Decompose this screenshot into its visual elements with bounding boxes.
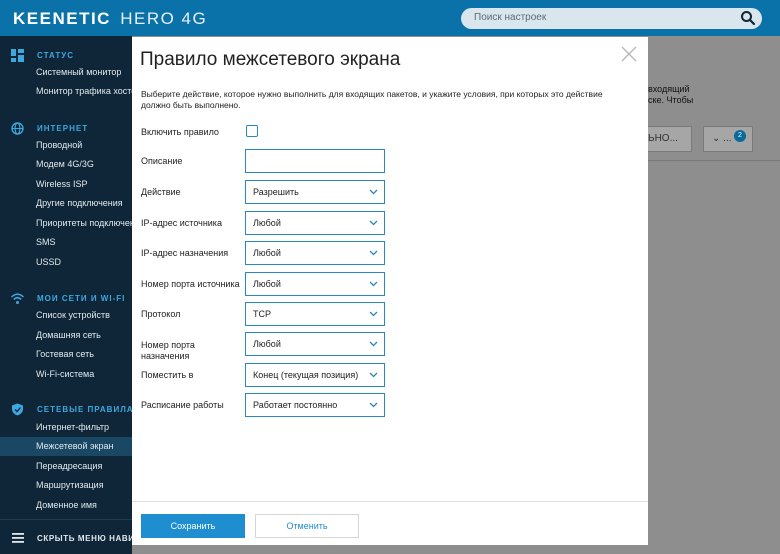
destination-ip-label: IP-адрес назначения xyxy=(141,248,229,258)
chevron-down-icon xyxy=(369,250,378,256)
background-button: ЬНО... xyxy=(648,126,692,152)
dialog-description: Выберите действие, которое нужно выполни… xyxy=(141,89,603,110)
enable-rule-label: Включить правило xyxy=(141,127,219,137)
dialog-title: Правило межсетевого экрана xyxy=(140,49,401,70)
sidebar-section-title: ИНТЕРНЕТ xyxy=(37,124,89,133)
action-label: Действие xyxy=(141,187,181,197)
count-badge: 2 xyxy=(734,130,746,142)
sidebar-item-wisp[interactable]: Wireless ISP xyxy=(0,175,132,194)
action-select[interactable]: Разрешить xyxy=(245,180,385,204)
source-port-value: Любой xyxy=(253,279,281,289)
dialog-footer-divider xyxy=(132,501,648,502)
chevron-down-icon xyxy=(369,372,378,378)
close-icon[interactable] xyxy=(620,45,638,63)
logo-brand: KEENETIC xyxy=(13,9,111,28)
sidebar-section-title: МОИ СЕТИ И WI-FI xyxy=(37,294,126,303)
destination-port-label: Номер порта назначения xyxy=(141,340,195,362)
menu-icon xyxy=(12,533,24,543)
sidebar-item-guest-network[interactable]: Гостевая сеть xyxy=(0,345,132,364)
dashboard-icon xyxy=(11,49,24,62)
sidebar-item-routing[interactable]: Маршрутизация xyxy=(0,476,132,495)
protocol-select[interactable]: TCP xyxy=(245,302,385,326)
schedule-value: Работает постоянно xyxy=(253,400,338,410)
protocol-label: Протокол xyxy=(141,309,181,319)
protocol-value: TCP xyxy=(253,309,271,319)
sidebar-item-ussd[interactable]: USSD xyxy=(0,253,132,272)
enable-rule-checkbox[interactable] xyxy=(246,125,258,137)
sidebar-item-system-monitor[interactable]: Системный монитор xyxy=(0,63,132,82)
cancel-button[interactable]: Отменить xyxy=(255,514,359,538)
top-bar: KEENETIC HERO 4G Поиск настроек xyxy=(0,0,780,36)
logo[interactable]: KEENETIC HERO 4G xyxy=(13,9,207,29)
source-ip-select[interactable]: Любой xyxy=(245,211,385,235)
sidebar: СТАТУС Системный монитор Монитор трафика… xyxy=(0,36,132,554)
destination-port-select[interactable]: Любой xyxy=(245,332,385,356)
divider xyxy=(648,160,780,161)
sidebar-section-rules: СЕТЕВЫЕ ПРАВИЛА xyxy=(0,401,132,419)
chevron-down-icon xyxy=(369,281,378,287)
action-value: Разрешить xyxy=(253,187,299,197)
chevron-down-icon: ⌄ xyxy=(712,133,724,144)
sidebar-item-domain-name[interactable]: Доменное имя xyxy=(0,496,132,515)
sidebar-item-firewall[interactable]: Межсетевой экран xyxy=(0,437,132,456)
search-input[interactable]: Поиск настроек xyxy=(461,8,762,29)
background-text: ске. Чтобы xyxy=(648,95,694,105)
destination-port-label-line2: назначения xyxy=(141,351,190,361)
sidebar-section-title: СТАТУС xyxy=(37,51,74,60)
position-select[interactable]: Конец (текущая позиция) xyxy=(245,363,385,387)
destination-ip-select[interactable]: Любой xyxy=(245,241,385,265)
sidebar-item-wifi-system[interactable]: Wi-Fi-система xyxy=(0,365,132,384)
sidebar-item-modem[interactable]: Модем 4G/3G xyxy=(0,155,132,174)
destination-ip-value: Любой xyxy=(253,248,281,258)
description-label: Описание xyxy=(141,156,183,166)
chevron-down-icon xyxy=(369,311,378,317)
firewall-rule-dialog: Правило межсетевого экрана Выберите дейс… xyxy=(132,37,648,545)
search-placeholder: Поиск настроек xyxy=(474,12,547,23)
description-input[interactable] xyxy=(245,149,385,173)
sidebar-item-home-network[interactable]: Домашняя сеть xyxy=(0,326,132,345)
chevron-down-icon xyxy=(369,220,378,226)
position-value: Конец (текущая позиция) xyxy=(253,370,359,380)
sidebar-item-port-forwarding[interactable]: Переадресация xyxy=(0,457,132,476)
chevron-down-icon xyxy=(369,402,378,408)
hide-nav-label: СКРЫТЬ МЕНЮ НАВИГАЦИИ xyxy=(37,534,132,543)
schedule-select[interactable]: Работает постоянно xyxy=(245,393,385,417)
destination-port-value: Любой xyxy=(253,339,281,349)
hide-nav-button[interactable]: СКРЫТЬ МЕНЮ НАВИГАЦИИ xyxy=(0,519,132,554)
sidebar-item-priorities[interactable]: Приоритеты подключений xyxy=(0,214,132,233)
sidebar-item-sms[interactable]: SMS xyxy=(0,233,132,252)
sidebar-section-title: СЕТЕВЫЕ ПРАВИЛА xyxy=(37,405,132,414)
search-icon[interactable] xyxy=(740,10,756,26)
source-port-select[interactable]: Любой xyxy=(245,272,385,296)
logo-model: HERO 4G xyxy=(120,9,208,28)
wifi-icon xyxy=(11,293,24,304)
save-button[interactable]: Сохранить xyxy=(141,514,245,538)
source-ip-value: Любой xyxy=(253,218,281,228)
chevron-down-icon xyxy=(369,189,378,195)
sidebar-item-wired[interactable]: Проводной xyxy=(0,136,132,155)
chevron-down-icon xyxy=(369,341,378,347)
position-label: Поместить в xyxy=(141,370,194,380)
background-dropdown-label: ... xyxy=(723,133,732,144)
sidebar-item-traffic-monitor[interactable]: Монитор трафика хостов xyxy=(0,82,132,101)
schedule-label: Расписание работы xyxy=(141,400,224,410)
sidebar-item-other-connections[interactable]: Другие подключения xyxy=(0,194,132,213)
shield-icon xyxy=(12,403,23,416)
globe-icon xyxy=(11,122,24,135)
sidebar-item-device-list[interactable]: Список устройств xyxy=(0,306,132,325)
source-port-label: Номер порта источника xyxy=(141,279,240,289)
destination-port-label-line1: Номер порта xyxy=(141,340,195,350)
sidebar-item-internet-filter[interactable]: Интернет-фильтр xyxy=(0,418,132,437)
background-dropdown: ⌄ ... xyxy=(703,126,753,152)
source-ip-label: IP-адрес источника xyxy=(141,218,222,228)
background-text: входящий xyxy=(648,84,690,94)
